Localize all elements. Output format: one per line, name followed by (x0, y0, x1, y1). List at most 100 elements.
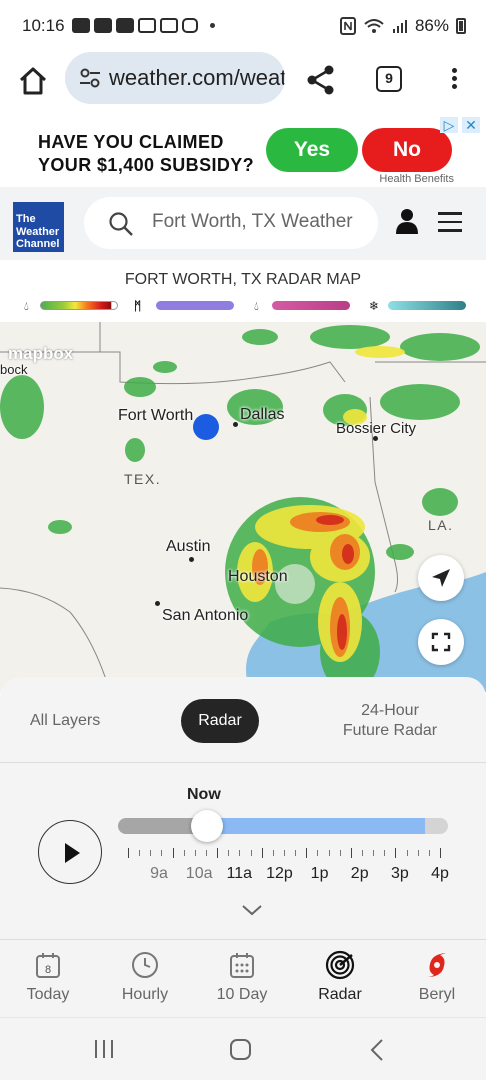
site-settings-icon[interactable] (79, 68, 101, 88)
city-austin: Austin (166, 538, 211, 555)
timeline-tick (139, 850, 141, 856)
logo-line: Weather (16, 225, 60, 238)
calendar-icon: 8 (36, 953, 60, 978)
tab-all-layers[interactable]: All Layers (30, 712, 100, 730)
fullscreen-button[interactable] (418, 619, 464, 665)
status-bar: 10:16 86% (0, 0, 486, 52)
locate-me-button[interactable] (418, 555, 464, 601)
mapbox-logo: mapbox (8, 344, 74, 363)
timeline-tick (428, 850, 430, 856)
ad-banner[interactable]: HAVE YOU CLAIMED YOUR $1,400 SUBSIDY? Ye… (0, 115, 486, 187)
timeline-label: 10a (185, 865, 213, 882)
news-icon (160, 18, 178, 33)
home-icon[interactable] (16, 64, 50, 98)
timeline-tick (328, 850, 330, 856)
city-houston: Houston (228, 568, 288, 585)
site-header: The Weather Channel Fort Worth, TX Weath… (0, 187, 486, 260)
timeline-label: 2p (350, 865, 369, 882)
timeline-tick (317, 850, 319, 856)
calendar-grid-icon (230, 953, 254, 978)
youtube-icon (116, 18, 134, 33)
home-nav-icon[interactable] (229, 1038, 253, 1062)
timeline-tick (250, 850, 252, 856)
location-search[interactable]: Fort Worth, TX Weather (84, 197, 378, 249)
fullscreen-icon (431, 632, 451, 652)
radar-controls-sheet: All Layers Radar 24-Hour Future Radar No… (0, 677, 486, 939)
more-notifications-icon (210, 23, 215, 28)
timeline-tick (284, 850, 285, 856)
timeline-tick (350, 848, 352, 858)
rain-scale (40, 301, 118, 310)
hamburger-menu-icon[interactable] (438, 212, 462, 232)
ad-sponsor: Health Benefits (379, 173, 454, 185)
bottom-nav: 8 Today Hourly 10 Day Radar Beryl (0, 939, 486, 1017)
logo-line: The (16, 213, 36, 225)
account-icon[interactable] (395, 208, 419, 234)
battery-icon (456, 18, 466, 34)
timeline-tick (161, 850, 163, 856)
layer-tabs: All Layers Radar 24-Hour Future Radar (0, 677, 486, 763)
battery-percent: 86% (414, 16, 449, 35)
system-navigation (0, 1017, 486, 1080)
city-dot (233, 422, 238, 427)
timeline-tick (440, 848, 441, 858)
timeline-tick (406, 850, 408, 856)
back-icon[interactable] (368, 1038, 386, 1062)
timeline-label: 4p (431, 865, 449, 882)
nav-hourly[interactable]: Hourly (105, 950, 185, 1004)
search-placeholder[interactable]: Fort Worth, TX Weather (152, 211, 353, 233)
ad-choices-icon[interactable]: ▷ (440, 117, 458, 133)
tab-radar[interactable]: Radar (181, 699, 259, 743)
youtube-icon (72, 18, 90, 33)
nav-label: 10 Day (216, 986, 268, 1003)
today-date: 8 (45, 964, 51, 976)
timeline-tick (206, 850, 207, 856)
url-text[interactable]: weather.com/weather/radar (109, 65, 285, 91)
ad-no-button[interactable]: No (362, 128, 452, 172)
timeline-tick (217, 848, 219, 858)
timeline-tick (228, 850, 230, 856)
timeline-tick (417, 850, 419, 856)
tab-future-radar[interactable]: 24-Hour Future Radar (330, 701, 450, 741)
nav-today[interactable]: 8 Today (8, 950, 88, 1004)
nav-beryl[interactable]: Beryl (397, 950, 477, 1004)
timeline-tick (295, 850, 297, 856)
wifi-icon (364, 19, 384, 33)
news-icon (138, 18, 156, 33)
browser-toolbar: weather.com/weather/radar 9 (0, 52, 486, 114)
tab-switcher-button[interactable]: 9 (376, 66, 402, 92)
legend-row: 💧︎ ᛗ 💧︎ ❄ (0, 299, 486, 313)
timeline-label: 1p (310, 865, 329, 882)
recent-apps-icon[interactable] (92, 1038, 116, 1060)
address-bar[interactable]: weather.com/weather/radar (65, 52, 285, 104)
timeline-ticks (128, 848, 441, 858)
timeline-tick (172, 848, 174, 858)
radar-map[interactable]: mapbox bock Fort Worth Dallas Bossier Ci… (0, 322, 486, 692)
timeline-thumb[interactable] (191, 810, 224, 842)
ad-close-icon[interactable]: ✕ (462, 117, 480, 133)
timeline-slider[interactable] (118, 818, 448, 834)
system-status: 86% (339, 16, 466, 36)
weather-channel-logo[interactable]: The Weather Channel (13, 202, 64, 252)
ad-yes-button[interactable]: Yes (266, 128, 358, 172)
timeline-tick (261, 848, 263, 858)
snowflake-icon: ❄ (369, 299, 380, 313)
play-button[interactable] (38, 820, 102, 884)
ice-icon: ᛗ (134, 299, 142, 313)
signal-icon (392, 20, 407, 33)
nav-label: Hourly (121, 986, 169, 1003)
nav-label: Radar (318, 986, 362, 1003)
nav-label: Beryl (418, 986, 456, 1003)
timeline-tick (384, 850, 386, 856)
timeline-tick (239, 850, 241, 856)
instagram-icon (182, 18, 198, 33)
chevron-down-icon[interactable] (241, 903, 263, 917)
nav-10-day[interactable]: 10 Day (202, 950, 282, 1004)
timeline-label: 3p (390, 865, 409, 882)
radar-overlay (0, 322, 486, 692)
browser-menu-icon[interactable] (448, 66, 460, 94)
clock-icon (132, 952, 158, 978)
snow-scale (388, 301, 466, 310)
nav-radar[interactable]: Radar (300, 950, 380, 1004)
share-icon[interactable] (305, 64, 337, 96)
